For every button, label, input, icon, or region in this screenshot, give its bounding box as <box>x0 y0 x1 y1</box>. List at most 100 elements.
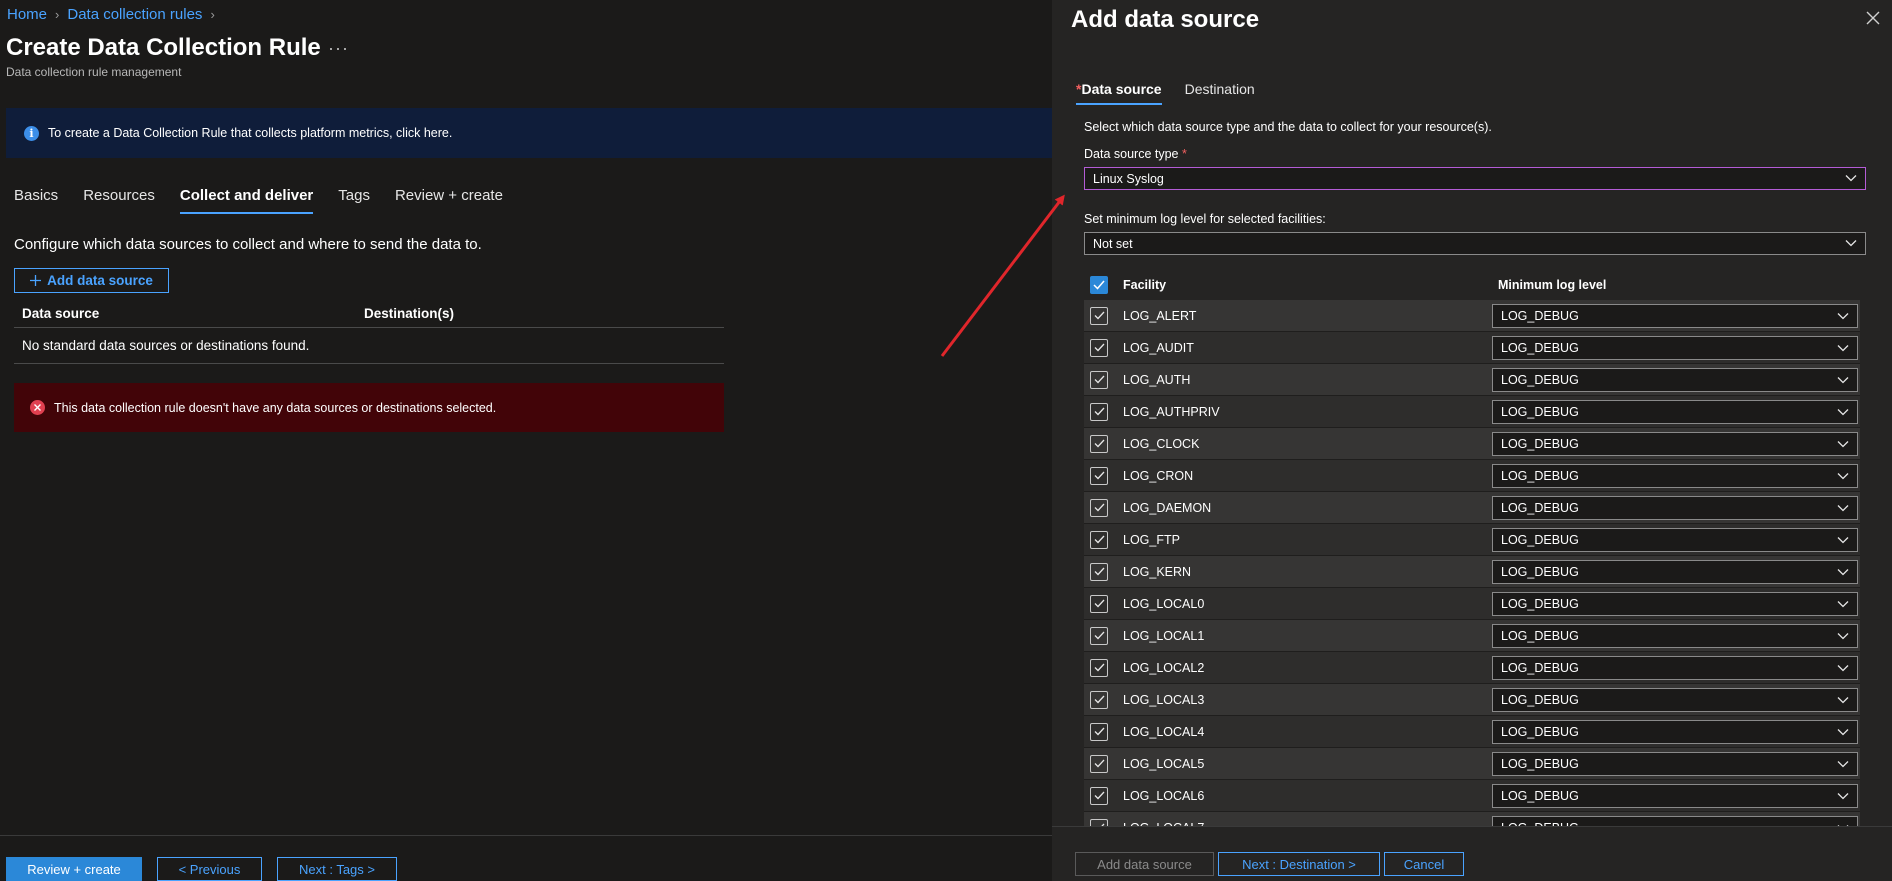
tab-review-create[interactable]: Review + create <box>395 187 503 214</box>
facility-row: LOG_LOCAL0 LOG_DEBUG <box>1084 588 1860 620</box>
panel-title: Add data source <box>1071 6 1260 33</box>
facility-checkbox[interactable] <box>1090 434 1108 453</box>
empty-table-message: No standard data sources or destinations… <box>14 328 724 364</box>
log-level-dropdown[interactable]: LOG_DEBUG <box>1492 752 1858 776</box>
add-data-source-label: Add data source <box>47 273 153 288</box>
error-banner: This data collection rule doesn't have a… <box>14 383 724 432</box>
facility-checkbox[interactable] <box>1090 498 1108 517</box>
checkmark-icon <box>1094 695 1104 704</box>
log-level-dropdown[interactable]: LOG_DEBUG <box>1492 304 1858 328</box>
checkmark-icon <box>1094 567 1104 576</box>
log-level-dropdown[interactable]: LOG_DEBUG <box>1492 624 1858 648</box>
tab-destination[interactable]: Destination <box>1185 81 1255 105</box>
breadcrumb: Home › Data collection rules › <box>7 6 215 23</box>
log-level-dropdown[interactable]: LOG_DEBUG <box>1492 368 1858 392</box>
log-level-dropdown[interactable]: LOG_DEBUG <box>1492 464 1858 488</box>
tab-data-source[interactable]: *Data source <box>1076 81 1162 105</box>
facility-name: LOG_AUTHPRIV <box>1123 404 1220 419</box>
log-level-dropdown[interactable]: LOG_DEBUG <box>1492 720 1858 744</box>
chevron-down-icon <box>1837 441 1849 448</box>
log-level-value: LOG_DEBUG <box>1501 469 1579 483</box>
panel-footer: Add data source Next : Destination > Can… <box>1052 826 1892 881</box>
min-log-level-value: Not set <box>1093 236 1133 251</box>
facility-name: LOG_CRON <box>1123 468 1194 483</box>
log-level-dropdown[interactable]: LOG_DEBUG <box>1492 400 1858 424</box>
chevron-down-icon <box>1837 505 1849 512</box>
log-level-dropdown[interactable]: LOG_DEBUG <box>1492 816 1858 826</box>
wizard-footer: Review + create < Previous Next : Tags > <box>0 835 1052 881</box>
next-tags-button[interactable]: Next : Tags > <box>277 857 397 881</box>
add-data-source-button[interactable]: Add data source <box>14 268 169 293</box>
log-level-dropdown[interactable]: LOG_DEBUG <box>1492 432 1858 456</box>
log-level-value: LOG_DEBUG <box>1501 693 1579 707</box>
log-level-dropdown[interactable]: LOG_DEBUG <box>1492 496 1858 520</box>
log-level-value: LOG_DEBUG <box>1501 373 1579 387</box>
facility-checkbox[interactable] <box>1090 402 1108 421</box>
facility-row: LOG_CLOCK LOG_DEBUG <box>1084 428 1860 460</box>
close-icon[interactable] <box>1864 9 1882 27</box>
data-source-type-label: Data source type * <box>1084 147 1187 161</box>
facility-checkbox[interactable] <box>1090 626 1108 645</box>
log-level-dropdown[interactable]: LOG_DEBUG <box>1492 656 1858 680</box>
chevron-down-icon <box>1837 473 1849 480</box>
log-level-dropdown[interactable]: LOG_DEBUG <box>1492 336 1858 360</box>
facility-checkbox[interactable] <box>1090 818 1108 826</box>
previous-button[interactable]: < Previous <box>157 857 262 881</box>
info-banner[interactable]: i To create a Data Collection Rule that … <box>6 108 1052 158</box>
log-level-value: LOG_DEBUG <box>1501 533 1579 547</box>
log-level-dropdown[interactable]: LOG_DEBUG <box>1492 560 1858 584</box>
facility-name: LOG_KERN <box>1123 564 1192 579</box>
select-all-checkbox[interactable] <box>1090 276 1108 294</box>
log-level-dropdown[interactable]: LOG_DEBUG <box>1492 688 1858 712</box>
facility-checkbox[interactable] <box>1090 722 1108 741</box>
facility-row: LOG_AUTHPRIV LOG_DEBUG <box>1084 396 1860 428</box>
log-level-value: LOG_DEBUG <box>1501 565 1579 579</box>
tab-basics[interactable]: Basics <box>14 187 58 214</box>
facility-checkbox[interactable] <box>1090 562 1108 581</box>
facility-checkbox[interactable] <box>1090 754 1108 773</box>
breadcrumb-data-collection-rules[interactable]: Data collection rules <box>67 6 202 23</box>
min-log-level-dropdown[interactable]: Not set <box>1084 232 1866 255</box>
facility-checkbox[interactable] <box>1090 594 1108 613</box>
wizard-tabs: Basics Resources Collect and deliver Tag… <box>14 187 528 214</box>
log-level-value: LOG_DEBUG <box>1501 597 1579 611</box>
more-options-icon[interactable]: ··· <box>328 38 349 59</box>
main-page: Home › Data collection rules › Create Da… <box>0 0 1052 881</box>
chevron-down-icon <box>1837 729 1849 736</box>
data-source-type-dropdown[interactable]: Linux Syslog <box>1084 167 1866 190</box>
log-level-dropdown[interactable]: LOG_DEBUG <box>1492 784 1858 808</box>
facility-row: LOG_LOCAL6 LOG_DEBUG <box>1084 780 1860 812</box>
facility-row: LOG_KERN LOG_DEBUG <box>1084 556 1860 588</box>
facility-checkbox[interactable] <box>1090 338 1108 357</box>
tab-collect-and-deliver[interactable]: Collect and deliver <box>179 187 314 214</box>
facility-checkbox[interactable] <box>1090 466 1108 485</box>
tab-resources[interactable]: Resources <box>83 187 155 214</box>
tab-tags[interactable]: Tags <box>338 187 370 214</box>
log-level-dropdown[interactable]: LOG_DEBUG <box>1492 592 1858 616</box>
checkmark-icon <box>1094 727 1104 736</box>
log-level-dropdown[interactable]: LOG_DEBUG <box>1492 528 1858 552</box>
add-data-source-submit-button[interactable]: Add data source <box>1075 852 1214 876</box>
log-level-value: LOG_DEBUG <box>1501 437 1579 451</box>
next-destination-button[interactable]: Next : Destination > <box>1218 852 1380 876</box>
facility-checkbox[interactable] <box>1090 786 1108 805</box>
facility-name: LOG_LOCAL2 <box>1123 660 1205 675</box>
facility-checkbox[interactable] <box>1090 690 1108 709</box>
info-icon: i <box>24 125 39 141</box>
facility-row: LOG_AUTH LOG_DEBUG <box>1084 364 1860 396</box>
info-banner-text[interactable]: To create a Data Collection Rule that co… <box>48 126 452 140</box>
facility-checkbox[interactable] <box>1090 306 1108 325</box>
facility-checkbox[interactable] <box>1090 370 1108 389</box>
breadcrumb-home[interactable]: Home <box>7 6 47 23</box>
cancel-button[interactable]: Cancel <box>1384 852 1464 876</box>
facility-name: LOG_ALERT <box>1123 308 1197 323</box>
panel-tabs: *Data source Destination <box>1076 81 1278 105</box>
facility-row: LOG_ALERT LOG_DEBUG <box>1084 300 1860 332</box>
facility-name: LOG_LOCAL0 <box>1123 596 1205 611</box>
facility-name: LOG_DAEMON <box>1123 500 1212 515</box>
log-level-value: LOG_DEBUG <box>1501 309 1579 323</box>
review-create-button[interactable]: Review + create <box>6 857 142 881</box>
facility-checkbox[interactable] <box>1090 658 1108 677</box>
facility-checkbox[interactable] <box>1090 530 1108 549</box>
checkmark-icon <box>1094 663 1104 672</box>
